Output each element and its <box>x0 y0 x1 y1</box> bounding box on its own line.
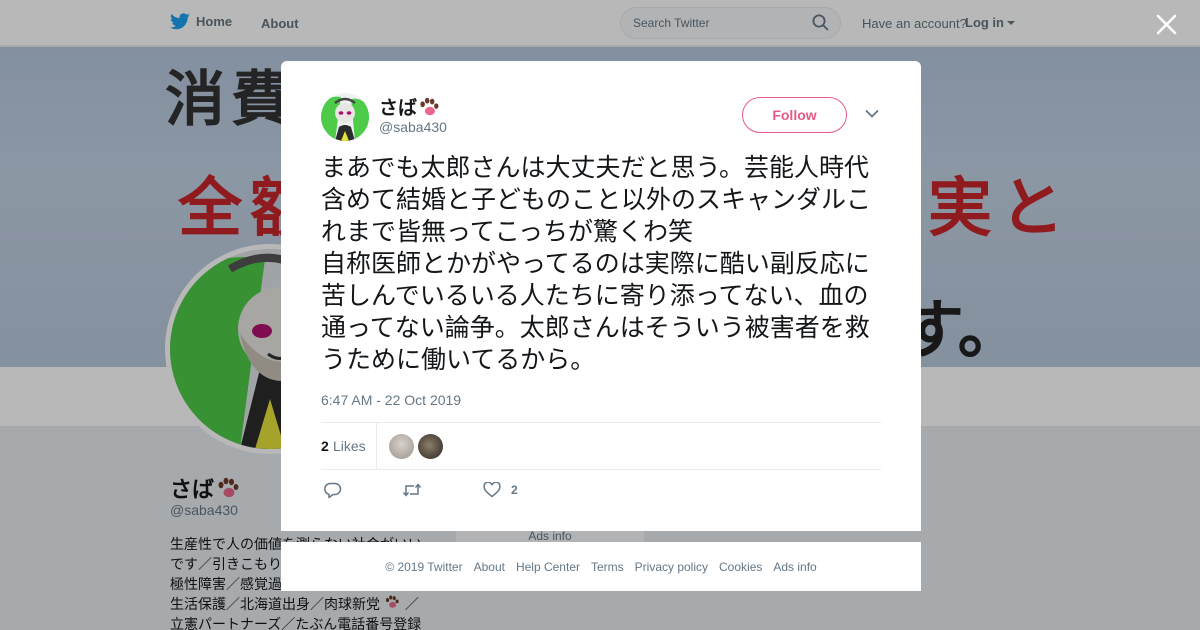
paw-emoji-icon <box>420 97 439 115</box>
modal-footer: © 2019 Twitter About Help Center Terms P… <box>281 542 921 591</box>
like-button[interactable]: 2 <box>483 482 518 498</box>
stats-divider <box>376 423 377 469</box>
tweet-modal: さば @saba430 Follow まあでも太郎さんは大丈夫だと思う。芸能人時… <box>281 61 921 531</box>
like-action-count: 2 <box>511 483 518 497</box>
footer-link-ads-info[interactable]: Ads info <box>773 560 816 574</box>
retweet-icon <box>402 483 422 497</box>
footer-link-about[interactable]: About <box>474 560 505 574</box>
chevron-down-icon[interactable] <box>865 109 879 119</box>
tweet-text: まあでも太郎さんは大丈夫だと思う。芸能人時代含めて結婚と子どものこと以外のスキャ… <box>321 153 872 374</box>
footer-link-terms[interactable]: Terms <box>591 560 624 574</box>
reply-button[interactable] <box>324 482 342 499</box>
heart-icon <box>483 482 501 498</box>
author-handle[interactable]: @saba430 <box>379 119 447 135</box>
close-icon[interactable] <box>1154 12 1179 37</box>
follow-button[interactable]: Follow <box>742 97 847 133</box>
footer-link-privacy-policy[interactable]: Privacy policy <box>635 560 708 574</box>
author-avatar[interactable] <box>321 93 369 141</box>
tweet-timestamp: 6:47 AM - 22 Oct 2019 <box>321 392 462 408</box>
reply-icon <box>324 482 342 499</box>
footer-link-help-center[interactable]: Help Center <box>516 560 580 574</box>
retweet-button[interactable] <box>402 482 422 498</box>
liker-avatar[interactable] <box>389 434 414 459</box>
author-name-text: さば <box>379 98 418 119</box>
liker-avatar[interactable] <box>418 434 443 459</box>
footer-copyright: © 2019 Twitter <box>385 559 463 574</box>
footer-link-cookies[interactable]: Cookies <box>719 560 762 574</box>
tweet-stats: 2 Likes <box>321 422 881 470</box>
author-name[interactable]: さば <box>379 93 440 120</box>
likes-label[interactable]: Likes <box>333 438 366 454</box>
likes-count[interactable]: 2 <box>321 438 329 454</box>
